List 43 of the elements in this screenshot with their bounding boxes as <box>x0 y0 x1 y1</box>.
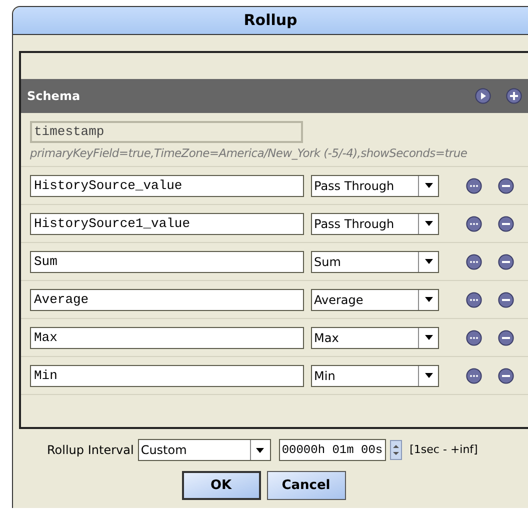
column-name-field[interactable]: Average <box>30 288 304 311</box>
more-icon[interactable] <box>466 330 482 346</box>
caret-icon <box>424 221 432 226</box>
function-dropdown[interactable]: Min <box>311 364 439 387</box>
column-name-field[interactable]: HistorySource_value <box>30 174 304 197</box>
schema-title: Schema <box>27 88 82 105</box>
caret-icon <box>424 259 432 264</box>
range-text: [1sec - +inf] <box>410 442 478 458</box>
function-dropdown[interactable]: Max <box>311 326 439 349</box>
more-icon[interactable] <box>466 292 482 308</box>
remove-icon[interactable] <box>498 292 514 308</box>
play-icon[interactable] <box>475 88 491 104</box>
caret-icon <box>424 183 432 188</box>
function-dropdown[interactable]: Pass Through <box>311 212 439 235</box>
column-name-field[interactable]: Max <box>30 326 304 349</box>
key-field-info: primaryKeyField=true,TimeZone=America/New_York (-5/-4),showSeconds=true <box>30 145 468 162</box>
function-dropdown[interactable]: Average <box>311 288 439 311</box>
more-icon[interactable] <box>466 254 482 270</box>
ok-button[interactable]: OK <box>182 471 260 500</box>
remove-icon[interactable] <box>498 216 514 232</box>
cancel-button[interactable]: Cancel <box>266 471 346 500</box>
add-icon[interactable] <box>506 88 522 104</box>
more-icon[interactable] <box>466 216 482 232</box>
window-title: Rollup <box>13 7 528 35</box>
spinner-icon[interactable] <box>390 440 402 460</box>
caret-icon <box>424 297 432 302</box>
remove-icon[interactable] <box>498 178 514 194</box>
remove-icon[interactable] <box>498 330 514 346</box>
remove-icon[interactable] <box>498 368 514 384</box>
more-icon[interactable] <box>466 178 482 194</box>
function-dropdown[interactable]: Pass Through <box>311 174 439 197</box>
interval-label: Rollup Interval <box>47 442 134 459</box>
duration-field[interactable]: 00000h 01m 00s <box>278 439 386 461</box>
caret-icon <box>424 373 432 378</box>
caret-icon <box>424 335 432 340</box>
remove-icon[interactable] <box>498 254 514 270</box>
function-dropdown[interactable]: Sum <box>311 250 439 273</box>
column-name-field[interactable]: Min <box>30 364 304 387</box>
function-dropdown[interactable]: Custom <box>138 439 271 461</box>
more-icon[interactable] <box>466 368 482 384</box>
column-name-field[interactable]: Sum <box>30 250 304 273</box>
caret-icon <box>256 448 264 452</box>
column-name-field[interactable]: HistorySource1_value <box>30 212 304 235</box>
